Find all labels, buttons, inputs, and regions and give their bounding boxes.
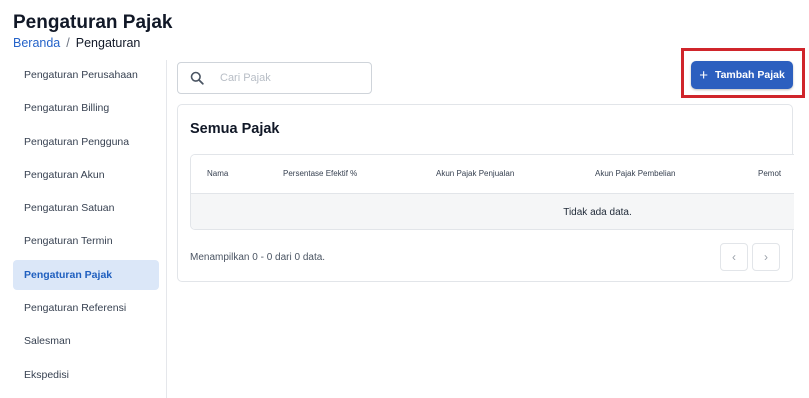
sidebar-item-pengaturan-satuan[interactable]: Pengaturan Satuan [13,193,159,223]
table-empty-row: Tidak ada data. [191,194,794,229]
plus-icon: + [699,66,708,84]
breadcrumb: Beranda / Pengaturan [13,36,140,50]
card-title: Semua Pajak [190,121,280,137]
search-icon [190,71,204,85]
settings-sidebar: Pengaturan Perusahaan Pengaturan Billing… [13,60,159,393]
search-box[interactable] [177,62,372,94]
breadcrumb-current: Pengaturan [75,36,141,50]
sidebar-item-salesman[interactable]: Salesman [13,326,159,356]
pagination-summary: Menampilkan 0 - 0 dari 0 data. [190,252,326,263]
sidebar-item-pengaturan-pengguna[interactable]: Pengaturan Pengguna [13,127,159,157]
chevron-left-icon: ‹ [732,250,736,264]
page-title: Pengaturan Pajak [13,12,173,33]
sidebar-item-pengaturan-billing[interactable]: Pengaturan Billing [13,93,159,123]
column-header-nama[interactable]: Nama [207,169,228,178]
chevron-right-icon: › [764,250,768,264]
column-header-akun-pembelian[interactable]: Akun Pajak Pembelian [595,169,676,178]
sidebar-divider [166,60,167,398]
sidebar-item-pengaturan-pajak[interactable]: Pengaturan Pajak [13,259,159,290]
empty-state-text: Tidak ada data. [563,207,632,218]
tax-list-card: Semua Pajak Nama Persentase Efektif % Ak… [177,104,794,282]
column-header-akun-penjualan[interactable]: Akun Pajak Penjualan [436,169,514,178]
sidebar-item-pengaturan-termin[interactable]: Pengaturan Termin [13,226,159,256]
sidebar-item-pengaturan-akun[interactable]: Pengaturan Akun [13,160,159,190]
add-tax-button-label: Tambah Pajak [714,69,785,81]
sidebar-item-ekspedisi[interactable]: Ekspedisi [13,360,159,390]
breadcrumb-separator: / [66,36,70,50]
sidebar-item-pengaturan-perusahaan[interactable]: Pengaturan Perusahaan [13,60,159,90]
search-input[interactable] [220,72,360,84]
previous-page-button[interactable]: ‹ [720,243,748,271]
column-header-pemotongan[interactable]: Pemot [758,169,781,178]
add-tax-button[interactable]: + Tambah Pajak [691,61,793,89]
column-header-persentase[interactable]: Persentase Efektif % [283,169,357,178]
breadcrumb-home-link[interactable]: Beranda [13,36,60,50]
tax-table: Nama Persentase Efektif % Akun Pajak Pen… [190,154,794,230]
sidebar-item-pengaturan-referensi[interactable]: Pengaturan Referensi [13,293,159,323]
table-header: Nama Persentase Efektif % Akun Pajak Pen… [191,155,794,194]
next-page-button[interactable]: › [752,243,780,271]
